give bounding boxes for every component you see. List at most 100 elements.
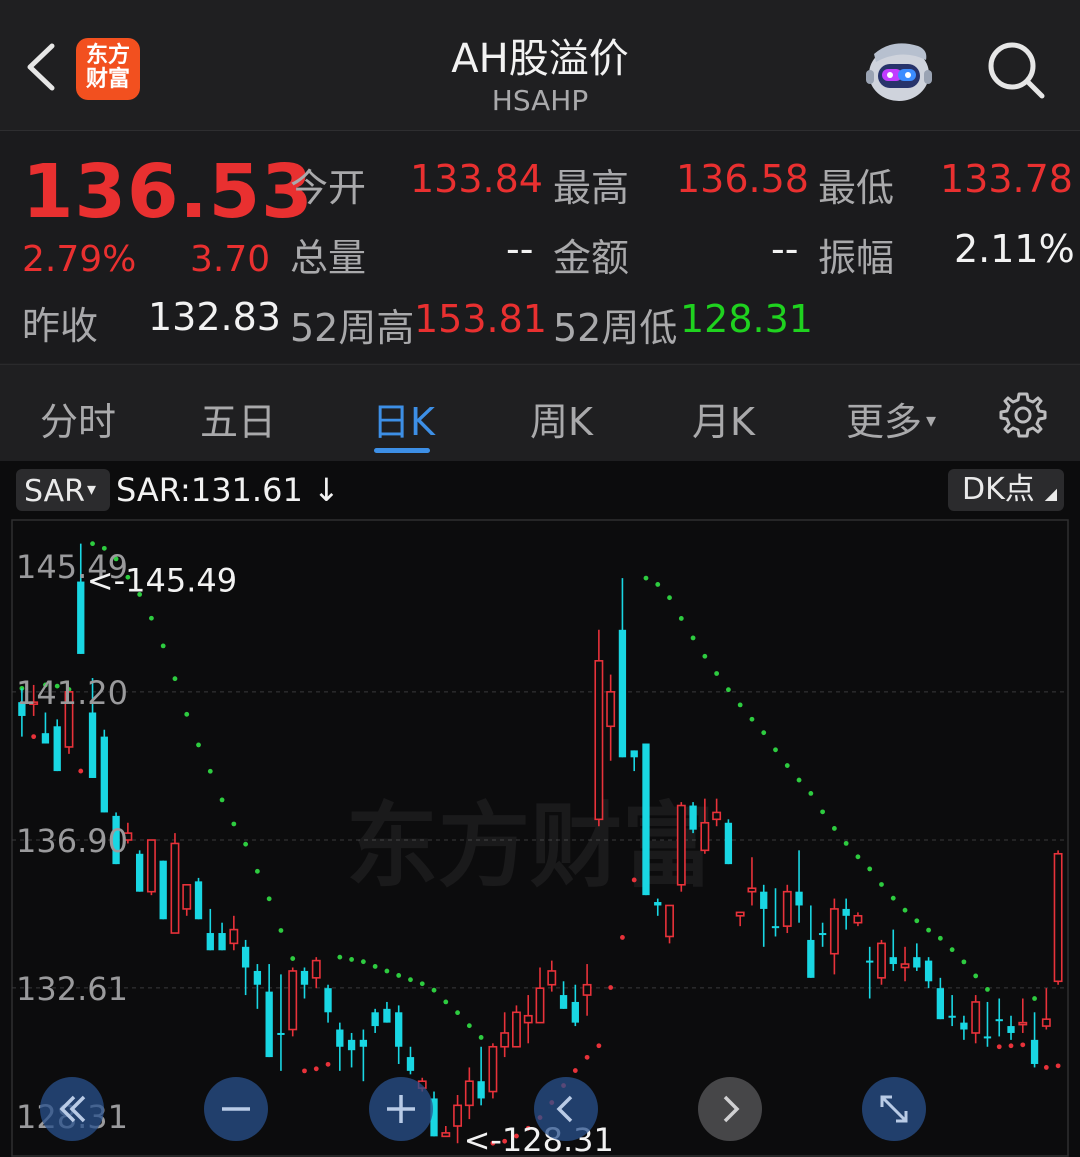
- candle-body-down: [300, 970, 309, 985]
- sar-dot: [726, 687, 731, 693]
- fullscreen-button[interactable]: [862, 1077, 926, 1141]
- candle-body-down: [135, 853, 144, 892]
- zoom-out-button[interactable]: [204, 1077, 268, 1141]
- open-label: 今开: [290, 166, 367, 210]
- sar-dot: [1032, 996, 1037, 1001]
- candle-body-down: [842, 908, 850, 916]
- candle-body-down: [277, 1032, 285, 1035]
- candle-body-down: [795, 891, 803, 906]
- candle-body-down: [983, 1036, 992, 1039]
- dk-point-label: DK点: [962, 472, 1035, 507]
- sar-dot: [749, 716, 755, 722]
- robot-assistant-icon[interactable]: [862, 34, 936, 106]
- sar-dot: [1043, 1065, 1049, 1070]
- expand-arrows-icon: [880, 1095, 908, 1123]
- candle-body-up: [523, 1014, 533, 1024]
- candle-body-down: [336, 1029, 344, 1047]
- candle-body-up: [488, 1045, 498, 1093]
- settings-gear-icon[interactable]: [998, 390, 1048, 440]
- candle-body-down: [807, 939, 815, 978]
- candle-body-up: [665, 904, 674, 938]
- candle-body-up: [971, 1001, 981, 1034]
- sar-dot: [325, 1061, 331, 1067]
- candle-body-down: [936, 988, 945, 1020]
- prev-close-label: 昨收: [22, 304, 99, 348]
- quote-panel: 136.53 2.79% 3.70 昨收 132.83 今开 133.84 最高…: [0, 131, 1080, 363]
- tab-weekly-k[interactable]: 周K: [530, 391, 593, 446]
- sar-dot: [172, 676, 178, 682]
- week52-high-value: 153.81: [414, 297, 547, 341]
- y-axis-tick-label: 141.20: [16, 674, 128, 712]
- sar-dot: [926, 927, 931, 933]
- tab-daily-k[interactable]: 日K: [372, 391, 435, 446]
- sar-dot: [478, 1035, 484, 1040]
- scroll-left-fast-button[interactable]: [40, 1077, 104, 1141]
- tab-five-day[interactable]: 五日: [200, 391, 276, 446]
- sar-dot: [855, 854, 861, 860]
- back-arrow-icon[interactable]: [22, 40, 62, 94]
- candle-body-down: [889, 957, 897, 965]
- candle-body-down: [100, 736, 108, 813]
- candle-body-up: [511, 1011, 521, 1048]
- candle-body-up: [735, 911, 745, 917]
- sar-dot: [231, 821, 237, 827]
- candle-body-up: [453, 1104, 463, 1127]
- candle-body-up: [182, 883, 192, 910]
- candle-body-up: [441, 1132, 451, 1138]
- search-icon[interactable]: [984, 38, 1048, 102]
- sar-dot: [149, 615, 154, 621]
- sar-dot: [184, 711, 190, 717]
- tab-more-label: 更多: [846, 400, 923, 444]
- sar-dot: [584, 1054, 590, 1060]
- sar-dot: [784, 763, 790, 768]
- open-value: 133.84: [410, 157, 543, 201]
- tab-more[interactable]: 更多 ▾: [846, 391, 936, 446]
- sar-dot: [254, 868, 260, 874]
- sar-dot: [466, 1023, 472, 1029]
- week52-low-value: 128.31: [680, 297, 813, 341]
- sar-dot: [372, 964, 378, 969]
- indicator-select[interactable]: SAR ▾: [16, 469, 110, 511]
- sar-dot: [820, 809, 826, 815]
- low-label: 最低: [818, 166, 895, 210]
- period-tabs: 分时 五日 日K 周K 月K 更多 ▾: [0, 364, 1080, 461]
- candle-body-up: [676, 804, 686, 886]
- candlestick-chart[interactable]: 东方财富 145.49141.20136.90132.61128.31<-145…: [0, 518, 1080, 1157]
- sar-dot: [1008, 1043, 1014, 1049]
- sar-dot: [596, 1043, 602, 1049]
- candle-body-down: [1007, 1026, 1015, 1033]
- candle-body-down: [159, 860, 167, 920]
- sar-dot: [290, 956, 296, 961]
- candle-body-down: [960, 1022, 968, 1030]
- sar-dot: [702, 653, 708, 659]
- watermark: 东方财富: [346, 792, 714, 900]
- sar-dot: [620, 935, 625, 940]
- scroll-left-button[interactable]: [534, 1077, 598, 1141]
- double-chevron-left-icon: [59, 1095, 86, 1123]
- sar-dot: [431, 987, 437, 993]
- eastmoney-logo: 东方 财富: [76, 38, 140, 100]
- week52-high-label: 52周高: [290, 306, 415, 350]
- sar-dot: [631, 877, 637, 883]
- scroll-right-button[interactable]: [698, 1077, 762, 1141]
- candle-body-down: [41, 733, 50, 744]
- candle-body-down: [818, 933, 827, 936]
- zoom-in-button[interactable]: [369, 1077, 433, 1141]
- sar-dot: [796, 777, 802, 783]
- candle-body-down: [406, 1057, 415, 1071]
- tab-monthly-k[interactable]: 月K: [692, 391, 755, 446]
- candle-body-up: [1053, 852, 1063, 983]
- tab-intraday[interactable]: 分时: [40, 391, 116, 446]
- candle-body-up: [229, 928, 239, 945]
- sar-dot: [337, 954, 343, 960]
- volume-value: --: [506, 227, 534, 271]
- candle-body-up: [500, 1032, 510, 1048]
- candle-body-down: [771, 926, 780, 929]
- sar-dot: [196, 742, 201, 748]
- dk-point-button[interactable]: DK点 ◢: [948, 469, 1064, 511]
- sar-dot: [961, 959, 967, 965]
- sar-dot: [831, 826, 837, 831]
- sar-dot: [843, 840, 849, 846]
- candle-body-up: [900, 963, 910, 969]
- candle-body-down: [995, 1019, 1003, 1022]
